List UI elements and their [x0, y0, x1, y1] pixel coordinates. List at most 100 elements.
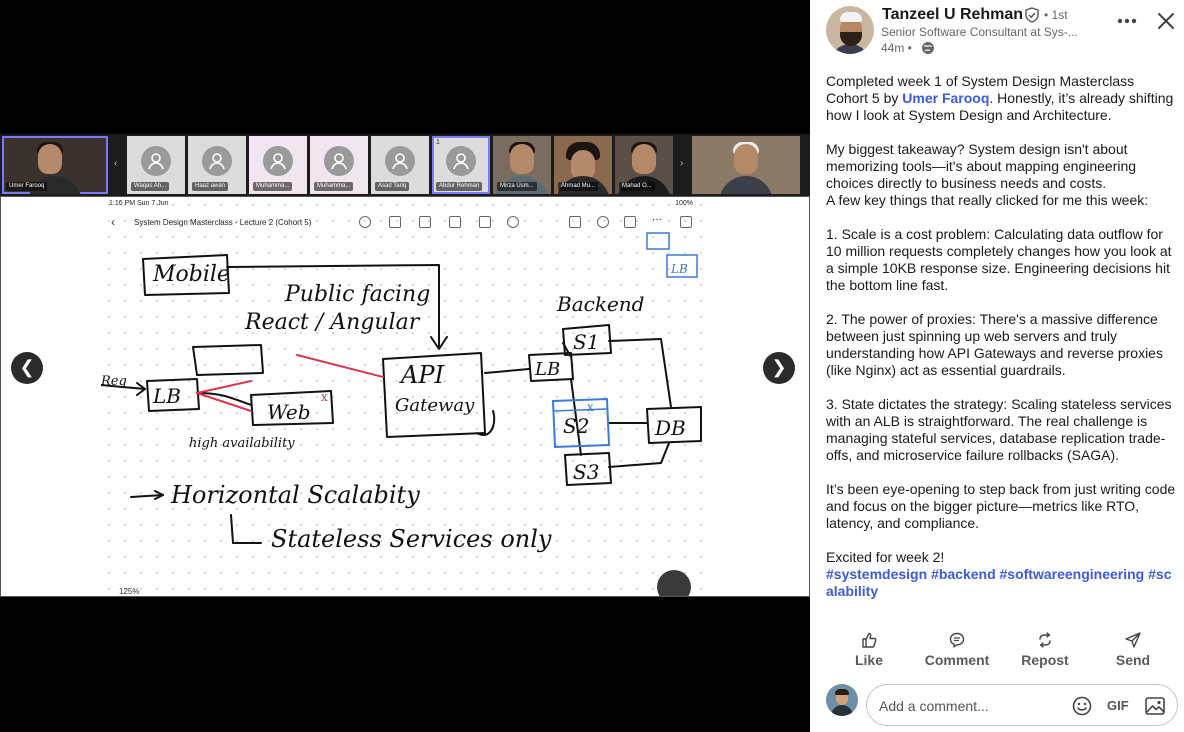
- user-avatar-icon: [446, 146, 476, 176]
- my-avatar[interactable]: [826, 684, 858, 716]
- emoji-icon[interactable]: [1071, 695, 1093, 717]
- globe-icon: [922, 42, 934, 54]
- whiteboard-sketch: Mobile Public facing React / Angular Bac…: [101, 232, 702, 553]
- participant-face: [38, 144, 62, 174]
- participant-tile[interactable]: Mirza Usm...: [493, 136, 551, 194]
- participant-name: Haaz awan: [192, 182, 229, 191]
- label-mini-lb: LB: [670, 262, 688, 276]
- participant-tile[interactable]: Ahmad Mu...: [554, 136, 612, 194]
- participant-tile[interactable]: Mahad O...: [615, 136, 673, 194]
- comment-icon: [949, 632, 965, 648]
- shared-screen: 1:16 PM Sun 7 Jun 100% ‹ System Design M…: [0, 196, 810, 597]
- participant-tile[interactable]: Muhamma...: [249, 136, 307, 194]
- comment-label: Comment: [924, 652, 990, 668]
- avatar-body: [831, 705, 853, 716]
- label-horizontal: Horizontal Scalabity: [170, 481, 420, 509]
- post-paragraph: It’s been eye-opening to step back from …: [826, 481, 1176, 531]
- label-mobile: Mobile: [152, 262, 230, 287]
- repost-icon: [1039, 632, 1051, 648]
- post-paragraph: A few key things that really clicked for…: [826, 192, 1149, 208]
- participant-name: Abdur Rehman: [436, 182, 483, 191]
- repost-button[interactable]: Repost: [1005, 632, 1085, 672]
- post-paragraph: 3. State dictates the strategy: Scaling …: [826, 396, 1172, 463]
- user-avatar-icon: [324, 146, 354, 176]
- label-web-x: x: [321, 390, 328, 404]
- author-avatar[interactable]: [826, 6, 874, 54]
- post-actions: Like Comment Repost Send: [810, 632, 1184, 672]
- user-avatar-icon: [202, 146, 232, 176]
- label-public-facing: Public facing: [284, 282, 430, 307]
- post-panel: Tanzeel U Rehman • 1st Senior Software C…: [810, 0, 1184, 732]
- raise-hand-count: 1: [436, 139, 440, 146]
- participant-tile[interactable]: 1 Abdur Rehman: [432, 136, 490, 194]
- pen-button[interactable]: [657, 570, 691, 596]
- close-icon[interactable]: [1156, 11, 1176, 31]
- post-paragraph: Excited for week 2!: [826, 549, 945, 565]
- like-label: Like: [854, 652, 883, 668]
- send-button[interactable]: Send: [1093, 632, 1173, 672]
- user-avatar-icon: [385, 146, 415, 176]
- comment-input[interactable]: [879, 696, 1059, 716]
- meeting-media: Umer Farooq ‹ Waqas Ah... Haaz awan Muha…: [0, 0, 810, 732]
- send-label: Send: [1115, 652, 1151, 668]
- like-button[interactable]: Like: [829, 632, 909, 672]
- gif-button[interactable]: GIF: [1107, 698, 1129, 713]
- avatar-cap: [840, 12, 862, 22]
- hashtag-links[interactable]: #systemdesign #backend #softwareengineer…: [826, 566, 1178, 600]
- post-body: Completed week 1 of System Design Master…: [826, 73, 1178, 600]
- api-to-lb: [484, 368, 530, 374]
- strip-prev-icon[interactable]: ‹: [114, 158, 117, 169]
- participant-face: [510, 144, 534, 174]
- user-avatar-icon: [141, 146, 171, 176]
- label-backend: Backend: [556, 292, 644, 316]
- participant-tile[interactable]: Asad Tariq: [371, 136, 429, 194]
- participant-shoulders: [719, 176, 773, 194]
- post-paragraph: 1. Scale is a cost problem: Calculating …: [826, 226, 1172, 293]
- participant-tile[interactable]: Haaz awan: [188, 136, 246, 194]
- label-s1: S1: [573, 330, 599, 354]
- label-db: DB: [654, 416, 686, 440]
- post-paragraph: My biggest takeaway? System design isn't…: [826, 141, 1137, 191]
- label-high-availability: high availability: [189, 436, 295, 451]
- avatar-hair: [835, 689, 849, 695]
- participant-tile[interactable]: Muhamma...: [310, 136, 368, 194]
- prev-slide-button[interactable]: ❮: [11, 352, 43, 384]
- stateless-bracket: [230, 514, 262, 544]
- participant-tile[interactable]: Waqas Ah...: [127, 136, 185, 194]
- participant-name: Umer Farooq: [6, 182, 48, 191]
- react-box: [192, 344, 264, 376]
- label-req: Req: [101, 374, 127, 389]
- post-paragraph: 2. The power of proxies: There's a massi…: [826, 311, 1163, 378]
- more-options-icon[interactable]: [1116, 12, 1138, 30]
- comment-box: GIF: [866, 684, 1178, 726]
- participant-face: [734, 144, 758, 174]
- author-headline: Senior Software Consultant at Sys-...: [881, 25, 1078, 39]
- author-name[interactable]: Tanzeel U Rehman: [882, 6, 1023, 24]
- user-avatar-icon: [263, 146, 293, 176]
- label-s3: S3: [573, 460, 599, 484]
- mention-link[interactable]: Umer Farooq: [902, 90, 989, 106]
- post-paragraph: Completed week 1 of System Design Master…: [826, 73, 1178, 124]
- participant-face: [632, 144, 656, 174]
- participant-name: Waqas Ah...: [131, 182, 170, 191]
- label-lb-left: LB: [152, 384, 181, 408]
- next-slide-button[interactable]: ❯: [763, 352, 795, 384]
- label-web: Web: [267, 400, 311, 424]
- comment-button[interactable]: Comment: [917, 632, 997, 672]
- strip-next-icon[interactable]: ›: [680, 158, 683, 169]
- label-stateless: Stateless Services only: [271, 525, 552, 553]
- s2-box-divider: [552, 408, 608, 412]
- label-s2: S2: [563, 414, 589, 438]
- zoom-level[interactable]: 125%: [119, 587, 139, 596]
- label-lb-right: LB: [534, 359, 560, 380]
- label-s2-x: x: [587, 400, 594, 414]
- participant-name: Mirza Usm...: [497, 182, 537, 191]
- s1-to-db: [608, 338, 672, 408]
- like-icon: [862, 632, 877, 648]
- participant-tile[interactable]: Umer Farooq: [2, 136, 108, 194]
- participant-name: Ahmad Mu...: [558, 182, 599, 191]
- label-api: API: [399, 361, 444, 389]
- participant-tile[interactable]: [692, 136, 800, 194]
- image-icon[interactable]: [1144, 696, 1166, 716]
- screen: Umer Farooq ‹ Waqas Ah... Haaz awan Muha…: [0, 0, 1184, 732]
